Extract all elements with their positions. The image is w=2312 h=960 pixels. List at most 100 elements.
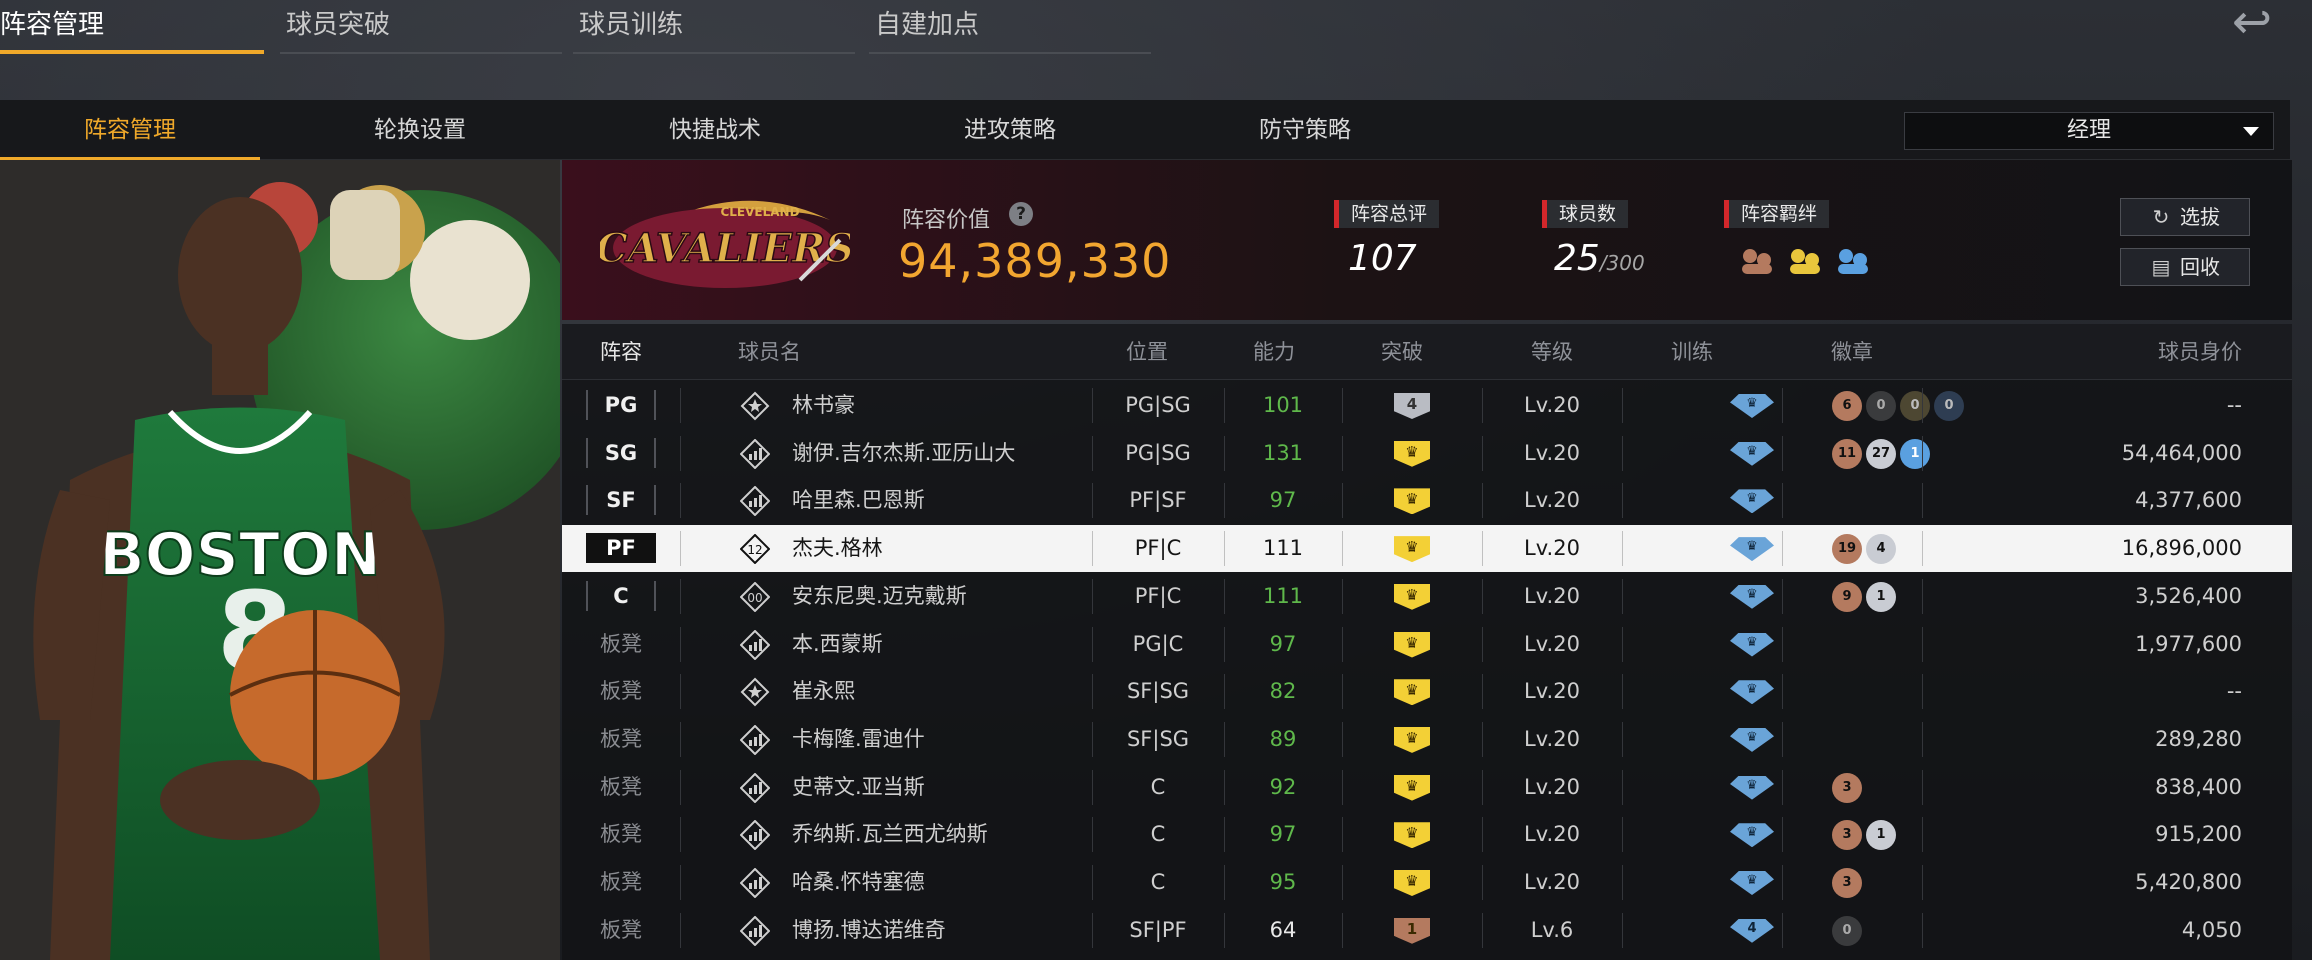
column-divider (1922, 865, 1923, 900)
player-position: C (1150, 822, 1166, 847)
top-tab-custom-points[interactable]: 自建加点 (869, 0, 1159, 54)
column-divider (1622, 388, 1623, 423)
player-position: C (1150, 870, 1166, 894)
table-row[interactable]: PF 12 杰夫.格林 PF|C 111 ♛ Lv.20 ♛ 19 4 16,896,000 (562, 525, 2292, 573)
column-divider (1092, 865, 1093, 900)
column-divider (680, 531, 681, 567)
column-divider (1092, 769, 1093, 805)
tab-underline (0, 50, 264, 54)
tab-underline (869, 52, 1151, 54)
column-divider (1622, 912, 1623, 948)
table-row[interactable]: SF 哈里森.巴恩斯 PF|SF 97 ♛ Lv.20 ♛ 4,377,600 (562, 477, 2292, 524)
badge-count: 0 (1866, 391, 1896, 421)
team-banner: CAVALIERS CLEVELAND 阵容价值 ? 94,389,330 阵容… (562, 160, 2292, 320)
sub-tab-lineup[interactable]: 阵容管理 (0, 100, 260, 160)
column-divider (1482, 817, 1483, 853)
bond-icons[interactable] (1736, 242, 1886, 282)
column-divider (1482, 626, 1483, 662)
select-button[interactable]: ↻ 选拔 (2120, 198, 2250, 236)
table-row[interactable]: 板凳 博扬.博达诺维奇 SF|PF 64 1 Lv.6 4 0 4,050 (562, 907, 2292, 954)
back-arrow-icon: ↩ (2231, 0, 2273, 50)
column-divider (1224, 769, 1225, 805)
breakthrough-crown-icon: ♛ (1394, 870, 1430, 896)
player-type-icon (739, 724, 771, 756)
column-divider (1922, 626, 1923, 662)
column-divider (680, 435, 681, 471)
breakthrough-crown-icon: ♛ (1394, 726, 1430, 753)
player-value: 915,200 (2155, 822, 2242, 847)
table-row[interactable]: SG 谢伊.吉尔杰斯.亚历山大 PG|SG 131 ♛ Lv.20 ♛ 11 27 1 54,464… (562, 430, 2292, 477)
player-level: Lv.6 (1530, 917, 1574, 942)
table-row[interactable]: 板凳 崔永熙 SF|SG 82 ♛ Lv.20 ♛ -- (562, 668, 2292, 715)
table-row[interactable]: 板凳 本.西蒙斯 PG|C 97 ♛ Lv.20 ♛ 1,977,600 (562, 621, 2292, 668)
column-divider (1482, 912, 1483, 948)
column-divider (1092, 721, 1093, 757)
table-row[interactable]: 板凳 卡梅隆.雷迪什 SF|SG 89 ♛ Lv.20 ♛ 289,280 (562, 716, 2292, 763)
training-icon: ♛ (1730, 394, 1774, 418)
player-ability: 64 (1269, 917, 1297, 942)
column-divider (1922, 578, 1923, 614)
sub-tab-quick-tactics[interactable]: 快捷战术 (585, 100, 845, 160)
column-divider (1782, 578, 1783, 614)
column-divider (1782, 626, 1783, 662)
player-level: Lv.20 (1524, 774, 1580, 799)
table-row[interactable]: 板凳 乔纳斯.瓦兰西尤纳斯 C 97 ♛ Lv.20 ♛ 3 1 915,200 (562, 811, 2292, 858)
player-type-icon (739, 485, 771, 517)
sub-tab-offense[interactable]: 进攻策略 (880, 100, 1140, 160)
position-badge: PF (586, 533, 656, 564)
top-tab-breakthrough[interactable]: 球员突破 (280, 0, 570, 54)
breakthrough-crown-icon: ♛ (1394, 488, 1430, 515)
top-tab-training[interactable]: 球员训练 (573, 0, 863, 54)
column-divider (1782, 388, 1783, 423)
badge-count: 4 (1866, 534, 1896, 565)
player-level: Lv.20 (1524, 679, 1580, 704)
top-tab-label: 自建加点 (875, 10, 980, 40)
player-value: 16,896,000 (2121, 536, 2242, 561)
slot-cell: 板凳 (562, 907, 680, 954)
player-value: -- (2226, 393, 2242, 417)
position-badge: PG (586, 390, 656, 420)
back-button[interactable]: ↩ (2212, 0, 2292, 46)
player-level: Lv.20 (1524, 393, 1580, 417)
player-name: 安东尼奥.迈克戴斯 (792, 583, 967, 608)
column-divider (1342, 912, 1343, 948)
role-dropdown[interactable]: 经理 (1904, 112, 2274, 150)
badge-count: 1 (1866, 581, 1896, 612)
bond-gold-icon (1790, 249, 1820, 274)
player-ability: 82 (1269, 679, 1297, 704)
table-row[interactable]: C 00 安东尼奥.迈克戴斯 PF|C 111 ♛ Lv.20 ♛ 9 1 3,526,400 (562, 573, 2292, 620)
breakthrough-crown-icon: 1 (1394, 917, 1430, 944)
player-position: PF|SF (1129, 488, 1187, 513)
player-ability: 97 (1269, 631, 1297, 656)
player-position: PG|SG (1125, 440, 1191, 465)
column-divider (1342, 626, 1343, 662)
player-value: 54,464,000 (2121, 440, 2242, 465)
table-row[interactable]: 板凳 史蒂文.亚当斯 C 92 ♛ Lv.20 ♛ 3 838,400 (562, 764, 2292, 811)
player-name: 史蒂文.亚当斯 (792, 774, 925, 799)
player-name: 卡梅隆.雷迪什 (792, 726, 925, 751)
star-icon (740, 391, 770, 421)
recycle-button[interactable]: ▤ 回收 (2120, 248, 2250, 286)
column-divider (1782, 721, 1783, 757)
sub-tab-rotation[interactable]: 轮换设置 (290, 100, 550, 160)
top-tab-lineup[interactable]: 阵容管理 (0, 0, 272, 54)
players-label: 球员数 (1542, 200, 1629, 228)
column-divider (1224, 483, 1225, 519)
column-divider (1342, 531, 1343, 567)
slot-cell: PF (562, 525, 680, 572)
help-icon[interactable]: ? (1009, 202, 1033, 226)
column-divider (1622, 865, 1623, 900)
column-divider (680, 769, 681, 805)
table-row[interactable]: PG 林书豪 PG|SG 101 4 Lv.20 ♛ 6 0 0 0 -- (562, 382, 2292, 429)
column-divider (1224, 674, 1225, 710)
slot-cell: 板凳 (562, 621, 680, 668)
bars-icon (739, 915, 771, 947)
slot-cell: PG (562, 382, 680, 429)
bench-label: 板凳 (600, 679, 642, 704)
player-level: Lv.20 (1524, 583, 1580, 608)
slot-cell: 板凳 (562, 764, 680, 811)
top-tab-label: 球员训练 (579, 10, 684, 40)
table-row[interactable]: 板凳 哈桑.怀特塞德 C 95 ♛ Lv.20 ♛ 3 5,420,800 (562, 859, 2292, 906)
column-divider (1922, 674, 1923, 710)
sub-tab-defense[interactable]: 防守策略 (1175, 100, 1435, 160)
